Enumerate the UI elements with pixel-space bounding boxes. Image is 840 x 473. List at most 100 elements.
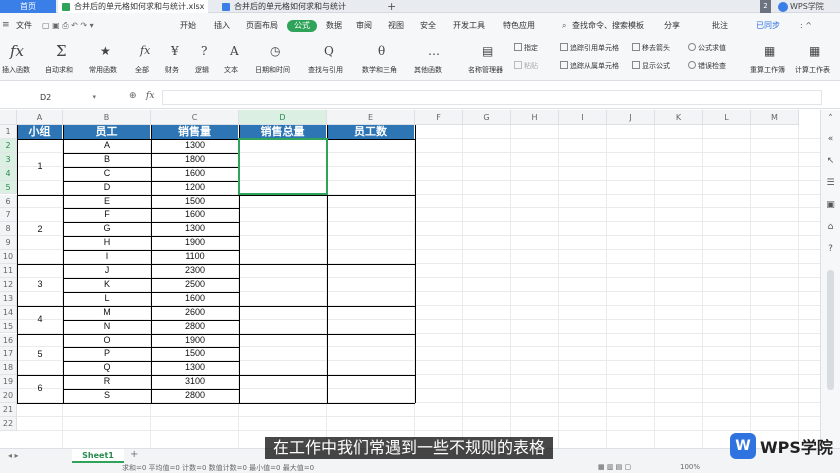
menu-view[interactable]: 视图	[388, 19, 404, 32]
sales-cell[interactable]: 1100	[151, 250, 239, 264]
total-sales-cell[interactable]	[239, 375, 327, 403]
view-mode-icons[interactable]: ▦ ▥ ▤ ▢	[598, 463, 631, 471]
menu-page-layout[interactable]: 页面布局	[246, 19, 278, 32]
row-header-4[interactable]: 4	[0, 166, 17, 181]
menu-home[interactable]: 开始	[180, 19, 196, 32]
sales-cell[interactable]: 1300	[151, 222, 239, 236]
employee-cell[interactable]: N	[63, 320, 151, 334]
row-header-11[interactable]: 11	[0, 264, 17, 278]
help-icon[interactable]: ?	[825, 244, 836, 255]
paste-name-button[interactable]: 粘贴	[514, 61, 538, 71]
row-header-15[interactable]: 15	[0, 319, 17, 334]
employee-count-cell[interactable]	[327, 334, 415, 376]
menu-features[interactable]: 特色应用	[503, 19, 535, 32]
column-header-c[interactable]: C	[151, 110, 239, 125]
employee-cell[interactable]: F	[63, 208, 151, 222]
doc-tab-doc[interactable]: 合并后的单元格如何求和与统计	[218, 0, 378, 13]
row-header-13[interactable]: 13	[0, 291, 17, 306]
name-box[interactable]: D2 ▾	[0, 91, 100, 104]
collapse-icon[interactable]: «	[825, 134, 836, 145]
row-header-17[interactable]: 17	[0, 347, 17, 362]
sales-cell[interactable]: 1300	[151, 139, 239, 153]
command-search[interactable]: 查找命令、搜索模板	[572, 19, 644, 32]
group-cell[interactable]: 6	[17, 375, 63, 403]
error-check-button[interactable]: 错误检查	[688, 61, 726, 71]
sales-cell[interactable]: 1900	[151, 236, 239, 250]
total-sales-cell[interactable]	[239, 264, 327, 306]
sales-cell[interactable]: 1900	[151, 334, 239, 348]
insert-function-button[interactable]: fx 插入函数	[0, 37, 36, 81]
select-all-corner[interactable]	[0, 110, 17, 125]
total-sales-cell[interactable]	[239, 306, 327, 334]
sales-cell[interactable]: 1600	[151, 208, 239, 222]
menu-developer[interactable]: 开发工具	[453, 19, 485, 32]
row-header-16[interactable]: 16	[0, 333, 17, 348]
employee-cell[interactable]: J	[63, 264, 151, 278]
employee-cell[interactable]: H	[63, 236, 151, 250]
employee-cell[interactable]: C	[63, 167, 151, 181]
menu-insert[interactable]: 插入	[214, 19, 230, 32]
row-header-21[interactable]: 21	[0, 403, 17, 417]
sales-cell[interactable]: 1600	[151, 167, 239, 181]
group-cell[interactable]: 5	[17, 334, 63, 376]
doc-tab-xlsx[interactable]: 合并后的单元格如何求和与统计.xlsx	[58, 0, 208, 13]
chevron-down-icon[interactable]: ▾	[92, 91, 96, 104]
quick-access-icons[interactable]: ▢ ▣ ⎙ ↶ ↷ ▾	[42, 19, 94, 32]
column-header-k[interactable]: K	[655, 110, 703, 125]
more-functions-button[interactable]: … 其他函数	[414, 37, 454, 81]
employee-cell[interactable]: R	[63, 375, 151, 389]
column-header-e[interactable]: E	[327, 110, 415, 125]
sheet-nav-arrows[interactable]: ◂ ▸	[8, 451, 19, 460]
employee-count-cell[interactable]	[327, 195, 415, 265]
group-cell[interactable]: 3	[17, 264, 63, 306]
column-header-j[interactable]: J	[607, 110, 655, 125]
row-header-8[interactable]: 8	[0, 222, 17, 237]
row-header-14[interactable]: 14	[0, 305, 17, 320]
column-header-f[interactable]: F	[415, 110, 463, 125]
sales-cell[interactable]: 2500	[151, 278, 239, 292]
sales-cell[interactable]: 2800	[151, 320, 239, 334]
row-header-3[interactable]: 3	[0, 152, 17, 167]
row-header-10[interactable]: 10	[0, 250, 17, 264]
sales-cell[interactable]: 3100	[151, 375, 239, 389]
formula-input[interactable]	[162, 90, 822, 105]
employee-cell[interactable]: K	[63, 278, 151, 292]
row-header-6[interactable]: 6	[0, 194, 17, 209]
row-header-19[interactable]: 19	[0, 375, 17, 390]
employee-cell[interactable]: S	[63, 389, 151, 403]
sync-status[interactable]: 已同步	[756, 19, 780, 32]
trace-dependents-button[interactable]: 追踪从属单元格	[560, 61, 619, 71]
property-icon[interactable]: ☰	[825, 178, 836, 189]
menu-review[interactable]: 审阅	[356, 19, 372, 32]
employee-cell[interactable]: D	[63, 181, 151, 195]
employee-cell[interactable]: E	[63, 195, 151, 209]
sheet-tab-sheet1[interactable]: Sheet1	[72, 449, 124, 463]
show-formulas-button[interactable]: 显示公式	[632, 61, 670, 71]
employee-cell[interactable]: M	[63, 306, 151, 320]
employee-cell[interactable]: G	[63, 222, 151, 236]
menu-data[interactable]: 数据	[326, 19, 342, 32]
column-header-d[interactable]: D	[239, 110, 327, 125]
column-header-i[interactable]: I	[559, 110, 607, 125]
group-cell[interactable]: 1	[17, 139, 63, 195]
add-sheet-icon[interactable]: +	[130, 449, 138, 460]
menu-formulas[interactable]: 公式	[287, 20, 317, 32]
financial-button[interactable]: ¥ 财务	[163, 37, 191, 81]
chevron-up-icon[interactable]: ˄	[825, 114, 836, 125]
column-header-l[interactable]: L	[703, 110, 751, 125]
define-name-button[interactable]: 指定	[514, 43, 538, 53]
column-header-h[interactable]: H	[511, 110, 559, 125]
search-icon[interactable]: ⌕	[562, 19, 566, 32]
vertical-scrollbar[interactable]	[827, 270, 834, 390]
employee-count-cell[interactable]	[327, 306, 415, 334]
new-tab-icon[interactable]: +	[387, 0, 396, 13]
lookup-reference-button[interactable]: Q 查找与引用	[308, 37, 352, 81]
style-icon[interactable]: ▣	[825, 200, 836, 211]
sales-cell[interactable]: 1500	[151, 195, 239, 209]
text-button[interactable]: A 文本	[222, 37, 250, 81]
row-header-2[interactable]: 2	[0, 138, 17, 153]
sales-cell[interactable]: 1800	[151, 153, 239, 167]
column-header-g[interactable]: G	[463, 110, 511, 125]
sales-cell[interactable]: 1500	[151, 347, 239, 361]
employee-cell[interactable]: O	[63, 334, 151, 348]
